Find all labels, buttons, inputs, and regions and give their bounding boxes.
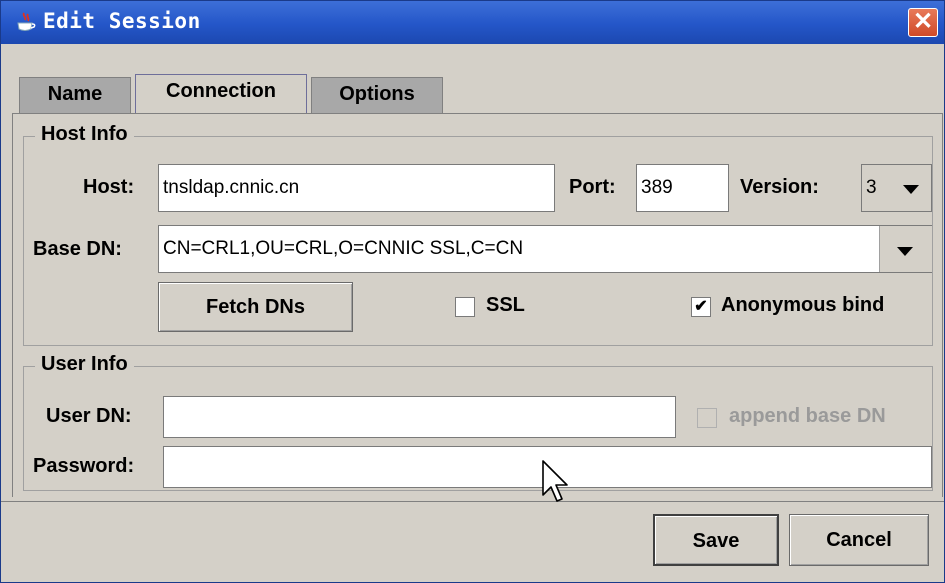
host-input[interactable]: tnsldap.cnnic.cn — [158, 164, 555, 212]
port-input[interactable]: 389 — [636, 164, 729, 212]
host-info-title: Host Info — [35, 123, 134, 146]
ssl-label: SSL — [486, 294, 525, 316]
fetch-dns-button[interactable]: Fetch DNs — [158, 282, 353, 332]
chevron-down-icon[interactable] — [897, 247, 913, 256]
host-label: Host: — [83, 176, 135, 198]
tab-name[interactable]: Name — [19, 77, 131, 113]
version-select[interactable]: 3 — [861, 164, 932, 212]
base-dn-label: Base DN: — [33, 238, 122, 260]
anonymous-bind-checkbox[interactable]: ✔ — [691, 297, 711, 317]
anonymous-bind-label: Anonymous bind — [721, 294, 885, 316]
append-base-dn-checkbox[interactable] — [697, 408, 717, 428]
user-info-title: User Info — [35, 353, 134, 376]
version-label: Version: — [740, 176, 819, 198]
chevron-down-icon[interactable] — [903, 185, 919, 194]
tab-connection[interactable]: Connection — [135, 74, 307, 114]
tab-content-connection: Host Info Host: tnsldap.cnnic.cn Port: 3… — [12, 113, 943, 497]
password-label: Password: — [33, 455, 135, 477]
mouse-pointer-icon — [542, 460, 568, 502]
tab-options[interactable]: Options — [311, 77, 443, 113]
base-dn-input[interactable]: CN=CRL1,OU=CRL,O=CNNIC SSL,C=CN — [158, 225, 932, 273]
port-label: Port: — [569, 176, 616, 198]
user-dn-label: User DN: — [46, 405, 132, 427]
title-bar[interactable]: Edit Session ✕ — [1, 1, 944, 44]
version-value: 3 — [866, 177, 877, 198]
java-cup-icon — [17, 12, 36, 31]
save-button[interactable]: Save — [653, 514, 779, 566]
edit-session-dialog: Edit Session ✕ Name Connection Options H… — [0, 0, 945, 583]
footer-divider — [1, 501, 944, 502]
user-dn-input[interactable] — [163, 396, 676, 438]
ssl-checkbox[interactable] — [455, 297, 475, 317]
cancel-button[interactable]: Cancel — [789, 514, 929, 566]
append-base-dn-label: append base DN — [729, 405, 886, 427]
window-title: Edit Session — [43, 9, 201, 33]
close-icon[interactable]: ✕ — [908, 8, 938, 37]
check-mark-icon: ✔ — [694, 298, 708, 315]
